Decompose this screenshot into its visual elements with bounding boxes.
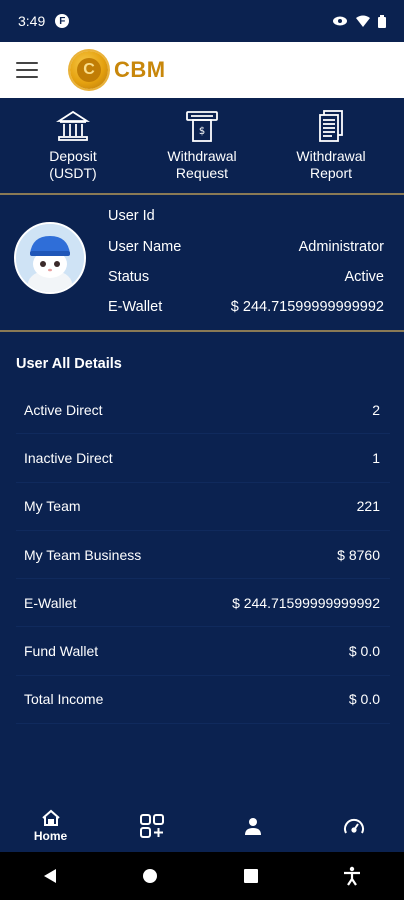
logo-letter: C xyxy=(77,58,101,82)
section-title: User All Details xyxy=(16,356,122,372)
detail-row-e-wallet: E-Wallet $ 244.71599999999992 xyxy=(16,579,390,628)
detail-label: Inactive Direct xyxy=(24,449,113,466)
withdrawal-report-label: Withdrawal Report xyxy=(296,148,366,181)
detail-row-fund-wallet: Fund Wallet $ 0.0 xyxy=(16,627,390,676)
recents-icon[interactable] xyxy=(243,869,258,883)
details-list: Active Direct 2 Inactive Direct 1 My Tea… xyxy=(16,386,390,725)
detail-label: E-Wallet xyxy=(24,594,77,611)
nav-dashboard[interactable] xyxy=(324,816,384,836)
avatar[interactable] xyxy=(14,222,86,294)
status-label: Status xyxy=(108,269,150,285)
detail-label: Total Income xyxy=(24,691,104,708)
nav-apps[interactable] xyxy=(122,813,182,839)
eye-icon xyxy=(333,16,347,26)
status-value: Active xyxy=(344,269,385,285)
deposit-button[interactable]: Deposit (USDT) xyxy=(14,108,132,194)
atm-icon: $ xyxy=(185,108,219,144)
status-time: 3:49 xyxy=(18,13,46,29)
withdrawal-report-button[interactable]: Withdrawal Report xyxy=(272,108,390,194)
detail-label: My Team Business xyxy=(24,546,142,563)
accessibility-icon[interactable] xyxy=(343,866,361,886)
ewallet-label: E-Wallet xyxy=(108,299,163,315)
quick-actions: Deposit (USDT) $ Withdrawal Request With… xyxy=(0,98,404,194)
detail-row-active-direct: Active Direct 2 xyxy=(16,386,390,435)
user-id-label: User Id xyxy=(108,208,155,224)
detail-value: $ 244.71599999999992 xyxy=(232,594,380,611)
divider-top xyxy=(0,193,404,195)
detail-value: $ 0.0 xyxy=(348,643,380,660)
speedometer-icon xyxy=(343,818,364,834)
ewallet-row: E-Wallet $ 244.71599999999992 xyxy=(108,299,384,319)
bottom-nav: Home xyxy=(0,800,404,852)
withdrawal-request-label: Withdrawal Request xyxy=(167,148,237,181)
person-icon xyxy=(244,818,261,835)
nav-home[interactable]: Home xyxy=(21,809,81,843)
home-circle-icon[interactable] xyxy=(142,868,158,884)
home-icon xyxy=(41,809,60,826)
detail-value: $ 0.0 xyxy=(348,691,380,708)
detail-row-my-team: My Team 221 xyxy=(16,483,390,531)
detail-value: $ 8760 xyxy=(337,546,380,563)
svg-text:$: $ xyxy=(199,126,205,137)
bank-icon xyxy=(56,108,90,144)
ewallet-value: $ 244.71599999999992 xyxy=(230,299,384,315)
notification-icon: F xyxy=(55,14,70,28)
user-id-row: User Id xyxy=(108,208,384,228)
app-header: C CBM xyxy=(0,42,404,98)
detail-value: 2 xyxy=(372,401,380,418)
detail-row-total-income: Total Income $ 0.0 xyxy=(16,676,390,725)
wifi-icon xyxy=(356,15,370,27)
report-icon xyxy=(314,108,348,144)
status-row: Status Active xyxy=(108,269,384,289)
user-name-row: User Name Administrator xyxy=(108,239,384,259)
divider-bottom xyxy=(0,330,404,332)
grid-add-icon xyxy=(139,814,164,838)
detail-row-inactive-direct: Inactive Direct 1 xyxy=(16,434,390,483)
status-bar: 3:49 F xyxy=(0,0,404,42)
detail-value: 1 xyxy=(372,449,380,466)
detail-label: Active Direct xyxy=(24,401,103,418)
user-name-value: Administrator xyxy=(298,239,384,255)
battery-icon xyxy=(378,14,386,28)
menu-icon[interactable] xyxy=(16,62,38,78)
detail-value: 221 xyxy=(356,498,380,515)
profile-card: User Id User Name Administrator Status A… xyxy=(0,196,404,330)
brand-logo: C xyxy=(70,51,108,89)
withdrawal-request-button[interactable]: $ Withdrawal Request xyxy=(143,108,261,194)
nav-home-label: Home xyxy=(33,829,68,843)
deposit-label: Deposit (USDT) xyxy=(49,148,97,181)
back-icon[interactable] xyxy=(43,868,57,884)
detail-label: Fund Wallet xyxy=(24,643,99,660)
brand-name: CBM xyxy=(114,57,166,82)
detail-label: My Team xyxy=(24,498,81,515)
user-name-label: User Name xyxy=(108,239,182,255)
nav-profile[interactable] xyxy=(223,816,283,836)
detail-row-my-team-business: My Team Business $ 8760 xyxy=(16,531,390,580)
system-nav-bar xyxy=(0,852,404,900)
